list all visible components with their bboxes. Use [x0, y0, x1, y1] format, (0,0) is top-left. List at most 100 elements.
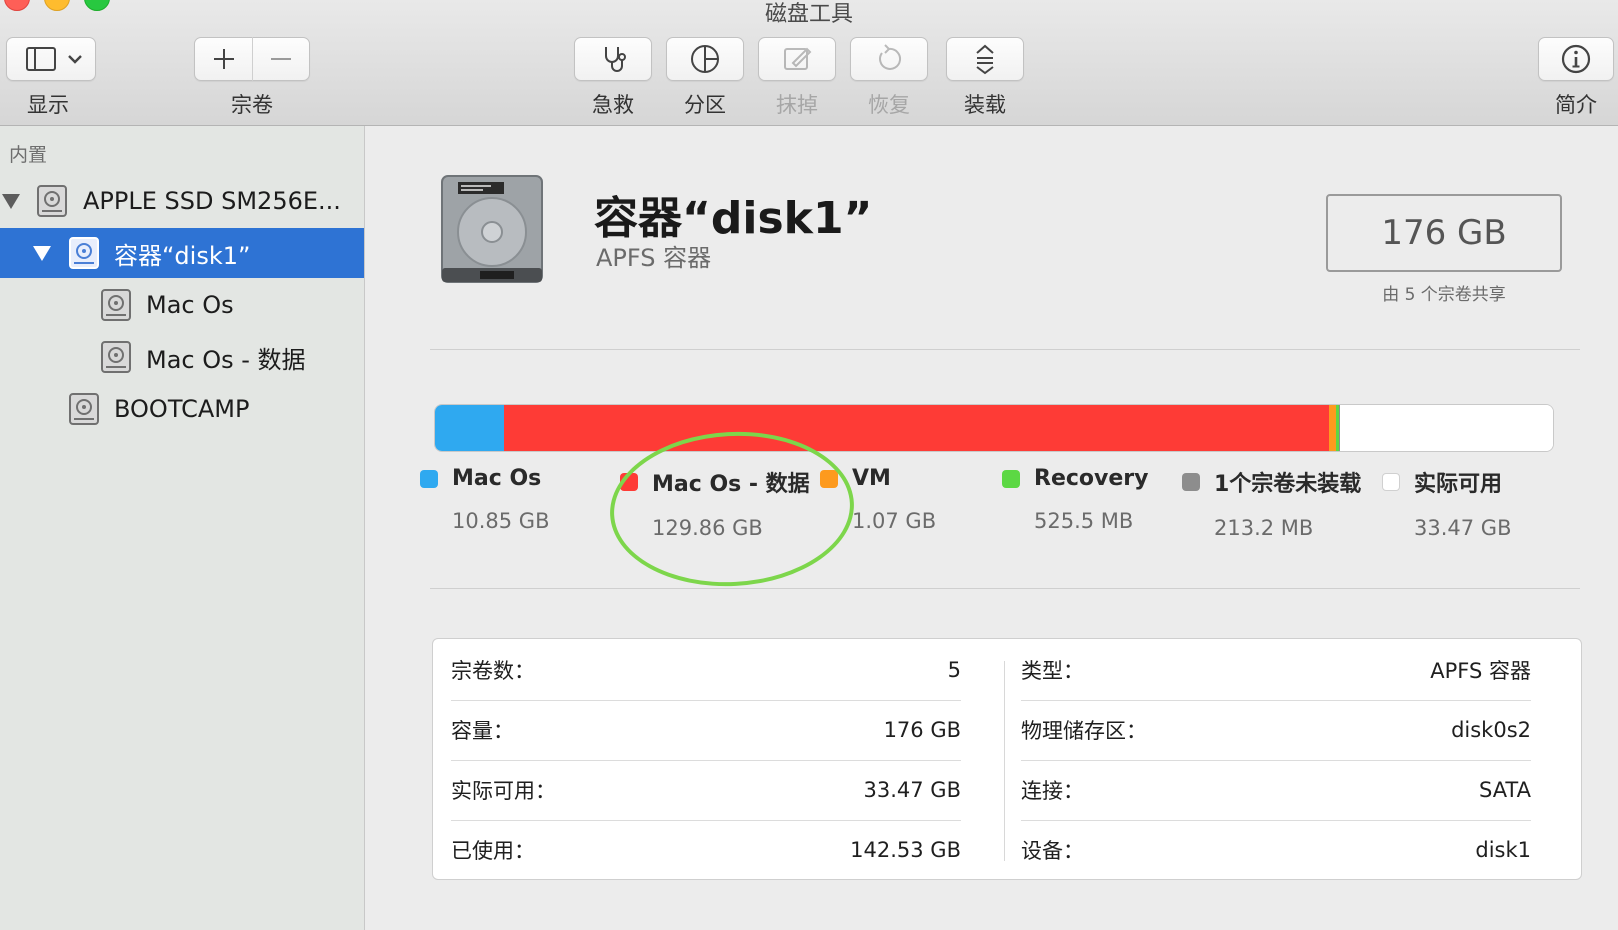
detail-value: SATA — [1478, 778, 1531, 802]
detail-row: 容量： 176 GB — [451, 699, 961, 761]
usage-segment — [1340, 405, 1553, 451]
partition-button[interactable] — [666, 37, 744, 81]
detail-label: 容量： — [451, 719, 514, 743]
chevron-down-icon — [68, 55, 82, 64]
capacity-box: 176 GB — [1326, 194, 1562, 272]
legend-swatch — [420, 469, 438, 488]
sidebar-item-container-disk1[interactable]: 容器“disk1” — [0, 228, 364, 278]
detail-value: 142.53 GB — [850, 838, 961, 862]
hard-disk-icon — [101, 341, 131, 373]
partition-label: 分区 — [684, 93, 726, 117]
legend-swatch — [1002, 469, 1020, 488]
main-panel: 容器“disk1” APFS 容器 176 GB 由 5 个宗卷共享 Mac O… — [366, 126, 1618, 930]
detail-row: 类型： APFS 容器 — [1021, 639, 1531, 701]
detail-label: 实际可用： — [451, 779, 556, 803]
hard-disk-icon — [69, 237, 99, 269]
erase-pencil-icon — [784, 47, 812, 70]
view-button[interactable] — [6, 37, 96, 81]
hard-drive-image-icon — [441, 175, 543, 283]
restore-button[interactable] — [850, 37, 928, 81]
erase-button[interactable] — [758, 37, 836, 81]
sidebar-item-mac-os-data[interactable]: Mac Os - 数据 — [0, 332, 364, 382]
detail-label: 物理储存区： — [1021, 719, 1147, 743]
mount-icon — [976, 44, 994, 75]
partition-group: 分区 — [666, 37, 744, 119]
volume-label: 宗卷 — [231, 93, 273, 117]
info-button[interactable] — [1538, 37, 1614, 81]
column-separator — [1004, 661, 1005, 861]
detail-value: 176 GB — [883, 718, 961, 742]
details-panel: 宗卷数： 5 容量： 176 GB 实际可用： 33.47 GB 已使用： 142.53 GB… — [432, 638, 1582, 880]
detail-value: disk1 — [1475, 838, 1531, 862]
legend-swatch — [1182, 473, 1200, 491]
disclosure-triangle-icon[interactable] — [33, 246, 51, 261]
legend-size: 213.2 MB — [1214, 516, 1314, 540]
legend-swatch — [820, 469, 838, 488]
mount-group: 装载 — [946, 37, 1024, 119]
hard-disk-icon — [101, 289, 131, 321]
first-aid-group: 急救 — [574, 37, 652, 119]
legend-name: 1个宗卷未装载 — [1182, 466, 1361, 498]
legend-name: Mac Os - 数据 — [620, 466, 810, 498]
first-aid-button[interactable] — [574, 37, 652, 81]
first-aid-label: 急救 — [592, 93, 634, 117]
legend-item: Recovery 525.5 MB — [1002, 466, 1148, 533]
legend-item: 1个宗卷未装载 213.2 MB — [1182, 466, 1361, 540]
capacity-note: 由 5 个宗卷共享 — [1382, 285, 1506, 305]
sidebar-item-mac-os[interactable]: Mac Os — [0, 280, 364, 330]
detail-row: 物理储存区： disk0s2 — [1021, 699, 1531, 761]
legend-name: Mac Os — [420, 466, 549, 491]
legend-swatch — [1382, 473, 1400, 491]
legend-size: 129.86 GB — [652, 516, 763, 540]
sidebar-item-label: BOOTCAMP — [114, 395, 250, 423]
legend-size: 33.47 GB — [1414, 516, 1512, 540]
page-title: 容器“disk1” — [594, 193, 873, 244]
detail-label: 连接： — [1021, 779, 1084, 803]
window-title: 磁盘工具 — [764, 2, 853, 27]
legend-label: 1个宗卷未装载 — [1214, 472, 1362, 497]
legend-size: 1.07 GB — [852, 509, 937, 533]
detail-value: 33.47 GB — [863, 778, 961, 802]
view-label: 显示 — [27, 93, 69, 117]
minus-icon — [271, 58, 291, 60]
legend-label: 实际可用 — [1414, 472, 1503, 497]
detail-row: 设备： disk1 — [1021, 819, 1531, 881]
sidebar: 内置 APPLE SSD SM256E... 容器“disk1” Mac Os — [0, 126, 365, 930]
detail-row: 连接： SATA — [1021, 759, 1531, 821]
disclosure-triangle-icon[interactable] — [2, 194, 20, 209]
restore-label: 恢复 — [868, 93, 910, 117]
sidebar-item-bootcamp[interactable]: BOOTCAMP — [0, 384, 364, 434]
pie-chart-icon — [691, 45, 719, 73]
usage-segment — [503, 405, 1329, 451]
sidebar-toggle-icon — [26, 47, 82, 71]
legend-item: 实际可用 33.47 GB — [1382, 466, 1511, 540]
erase-group: 抹掉 — [758, 37, 836, 119]
sidebar-item-label: Mac Os — [146, 291, 234, 319]
info-group: 简介 — [1538, 37, 1614, 119]
hard-disk-icon — [69, 393, 99, 425]
legend-label: Mac Os — [452, 466, 542, 491]
add-volume-button[interactable] — [195, 37, 252, 81]
volume-group: 宗卷 — [194, 37, 310, 119]
legend-name: Recovery — [1002, 466, 1148, 491]
usage-segment — [1328, 405, 1336, 451]
restore-group: 恢复 — [850, 37, 928, 119]
legend-size: 525.5 MB — [1034, 509, 1134, 533]
info-label: 简介 — [1555, 93, 1597, 117]
remove-volume-button[interactable] — [252, 37, 309, 81]
sidebar-item-label: 容器“disk1” — [114, 241, 251, 270]
restore-arrow-icon — [879, 44, 901, 70]
divider — [430, 588, 1580, 589]
mount-button[interactable] — [946, 37, 1024, 81]
detail-label: 设备： — [1021, 839, 1084, 863]
legend-item: Mac Os - 数据 129.86 GB — [620, 466, 810, 540]
page-subtitle: APFS 容器 — [596, 244, 712, 272]
volume-segment — [194, 37, 310, 81]
stethoscope-icon — [605, 47, 626, 72]
detail-row: 已使用： 142.53 GB — [451, 819, 961, 881]
sidebar-item-apple-ssd[interactable]: APPLE SSD SM256E... — [0, 176, 364, 226]
sidebar-section-internal: 内置 — [9, 144, 48, 166]
legend-swatch — [620, 473, 638, 491]
detail-label: 宗卷数： — [451, 659, 535, 683]
hard-disk-icon — [37, 185, 67, 217]
